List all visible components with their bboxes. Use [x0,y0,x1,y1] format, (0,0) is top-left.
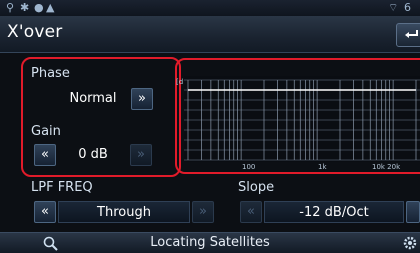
lpf-freq-label: LPF FREQ [31,180,93,195]
warning-icon: ▲ [46,1,55,14]
graph-db-label: [d [176,78,184,86]
gain-prev-button[interactable]: « [34,144,56,166]
gain-label: Gain [31,124,61,139]
slope-value: -12 dB/Oct [264,201,404,223]
back-button[interactable] [396,23,420,47]
freq-tick-100: 100 [242,163,256,171]
gear-icon[interactable] [402,235,418,251]
phase-next-button[interactable]: » [131,88,153,110]
status-bar: ⚲ ✱ ● ▲ ⌔ 6 [0,0,420,17]
bottom-bar: Locating Satellites [0,232,420,253]
lpf-next-button[interactable]: » [192,201,214,223]
slope-prev-button[interactable]: « [240,201,262,223]
signal-icon: ⚲ [6,1,15,14]
record-icon: ● [34,1,44,14]
slope-label: Slope [238,180,275,195]
crossover-graph [184,76,420,162]
slope-next-button[interactable] [406,201,420,223]
phase-label: Phase [31,66,70,81]
gps-status-text: Locating Satellites [150,235,270,250]
gain-value: 0 dB [78,147,108,162]
gain-next-button[interactable]: » [130,144,152,166]
lpf-prev-button[interactable]: « [34,201,56,223]
clock-icon: 6 [404,1,411,14]
page-title: X'over [7,22,63,42]
freq-tick-1k: 1k [318,163,327,171]
title-bar: X'over [0,16,420,53]
bluetooth-icon: ✱ [20,1,30,14]
freq-tick-10k: 10k 20k [372,163,401,171]
phase-value: Normal [69,91,117,106]
frequency-grid [184,79,420,161]
lpf-freq-value: Through [58,201,190,223]
wifi-icon: ⌔ [388,1,399,14]
return-arrow-icon [405,30,418,38]
